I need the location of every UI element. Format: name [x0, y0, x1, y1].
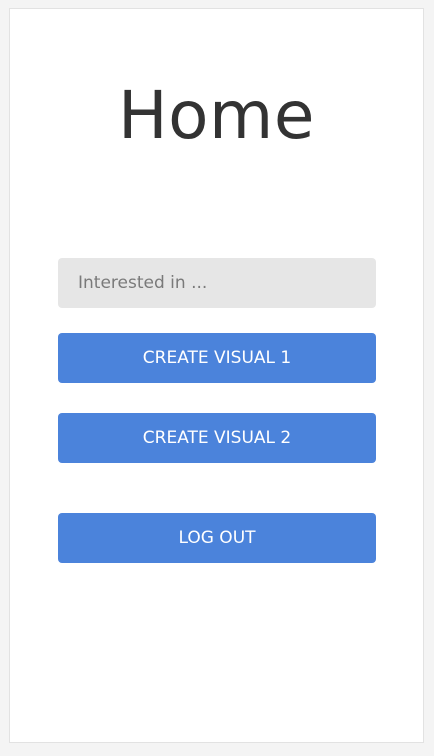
create-visual-2-button[interactable]: CREATE VISUAL 2: [58, 413, 376, 463]
interest-input[interactable]: [58, 258, 376, 308]
page-title: Home: [118, 77, 315, 154]
log-out-button[interactable]: LOG OUT: [58, 513, 376, 563]
create-visual-1-button[interactable]: CREATE VISUAL 1: [58, 333, 376, 383]
home-card: Home CREATE VISUAL 1 CREATE VISUAL 2 LOG…: [9, 8, 424, 743]
